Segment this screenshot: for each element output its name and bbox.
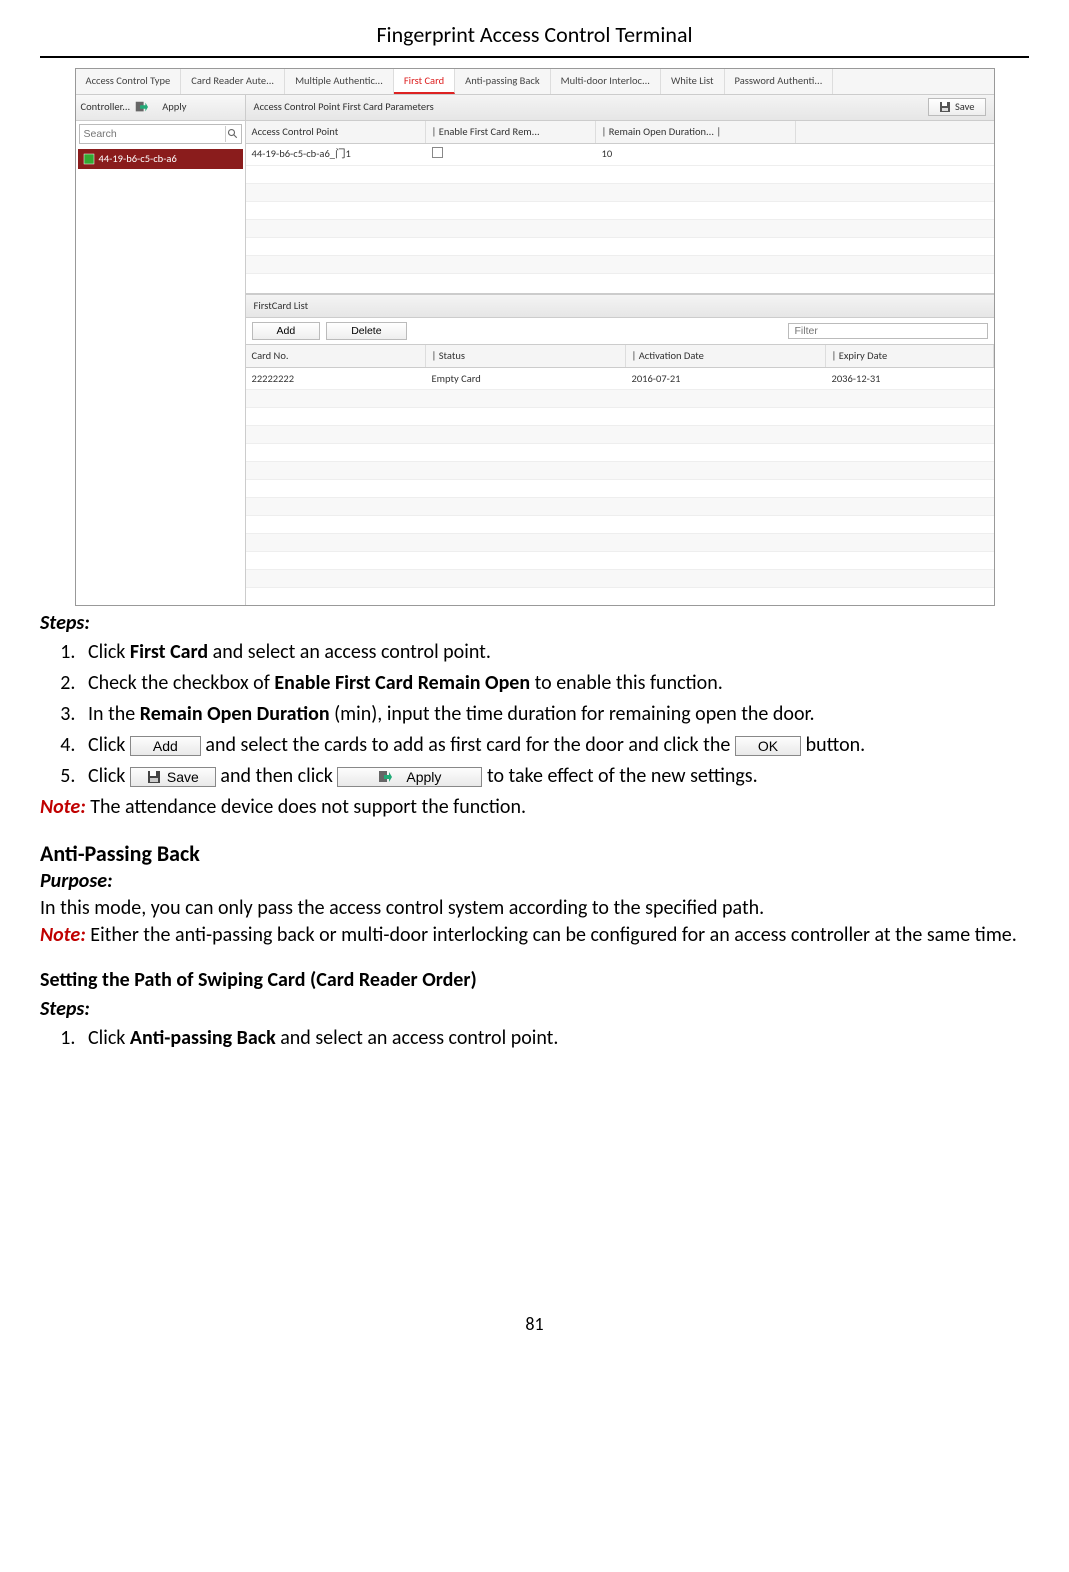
step-5: Click Save and then click Apply to take … <box>80 763 1029 790</box>
sub-heading-card-reader-order: Setting the Path of Swiping Card (Card R… <box>40 967 1029 994</box>
inline-add-button: Add <box>130 736 201 756</box>
steps-heading-2: Steps: <box>40 996 1029 1023</box>
inline-save-button: Save <box>130 767 216 787</box>
save-button[interactable]: Save <box>928 98 986 116</box>
cell-activation: 2016-07-21 <box>626 370 826 388</box>
inline-apply-button: Apply <box>337 767 482 787</box>
note-1: Note: The attendance device does not sup… <box>40 794 1029 821</box>
controller-label: Controller... <box>81 100 131 114</box>
section-anti-passing-back: Anti-Passing Back <box>40 839 1029 869</box>
col-status: | Status <box>426 345 626 367</box>
firstcard-list-header: Card No. | Status | Activation Date | Ex… <box>246 345 994 368</box>
cell-expiry: 2036-12-31 <box>826 370 994 388</box>
search-icon[interactable] <box>225 126 241 142</box>
search-input-container[interactable] <box>79 124 242 144</box>
col-enable-first-card: | Enable First Card Rem... <box>426 121 596 143</box>
cell-point: 44-19-b6-c5-cb-a6_门1 <box>246 145 426 163</box>
col-activation-date: | Activation Date <box>626 345 826 367</box>
col-access-control-point: Access Control Point <box>246 121 426 143</box>
save-button-label: Save <box>955 100 975 114</box>
search-input[interactable] <box>80 128 225 140</box>
steps-list-1: Click First Card and select an access co… <box>80 639 1029 790</box>
cell-card-no: 22222222 <box>246 370 426 388</box>
app-screenshot: Access Control Type Card Reader Aute... … <box>75 68 995 606</box>
params-panel-title: Access Control Point First Card Paramete… <box>254 100 434 114</box>
filter-input[interactable] <box>788 323 988 339</box>
delete-button[interactable]: Delete <box>326 322 406 340</box>
steps2-step-1: Click Anti-passing Back and select an ac… <box>80 1025 1029 1052</box>
firstcard-list-row[interactable]: 22222222 Empty Card 2016-07-21 2036-12-3… <box>246 368 994 390</box>
controller-tree-item-label: 44-19-b6-c5-cb-a6 <box>99 152 177 166</box>
step-2: Check the checkbox of Enable First Card … <box>80 670 1029 697</box>
tab-multiple-auth[interactable]: Multiple Authentic... <box>285 69 394 94</box>
purpose-text: In this mode, you can only pass the acce… <box>40 895 1029 922</box>
params-grid-row[interactable]: 44-19-b6-c5-cb-a6_门1 10 <box>246 144 994 166</box>
controller-sidebar: Controller... Apply 44-19-b6-c5-cb-a6 <box>76 95 246 605</box>
col-expiry-date: | Expiry Date <box>826 345 994 367</box>
firstcard-list-title: FirstCard List <box>246 294 994 318</box>
tab-anti-passing-back[interactable]: Anti-passing Back <box>455 69 551 94</box>
tab-white-list[interactable]: White List <box>661 69 725 94</box>
apply-icon[interactable] <box>134 100 148 114</box>
inline-ok-button: OK <box>735 736 801 756</box>
save-icon <box>939 101 951 113</box>
cell-duration[interactable]: 10 <box>596 145 796 163</box>
firstcard-list-toolbar: Add Delete <box>246 318 994 345</box>
step-4: Click Add and select the cards to add as… <box>80 732 1029 759</box>
step-3: In the Remain Open Duration (min), input… <box>80 701 1029 728</box>
tab-bar: Access Control Type Card Reader Aute... … <box>76 69 994 95</box>
cell-enable-checkbox[interactable] <box>426 145 596 164</box>
steps-heading: Steps: <box>40 610 1029 637</box>
apply-button-label[interactable]: Apply <box>162 100 186 114</box>
steps-list-2: Click Anti-passing Back and select an ac… <box>80 1025 1029 1052</box>
purpose-heading: Purpose: <box>40 868 1029 895</box>
controller-tree-item[interactable]: 44-19-b6-c5-cb-a6 <box>78 149 243 169</box>
step-1: Click First Card and select an access co… <box>80 639 1029 666</box>
tab-access-control-type[interactable]: Access Control Type <box>76 69 182 94</box>
apply-icon <box>378 770 392 784</box>
col-card-no: Card No. <box>246 345 426 367</box>
add-button[interactable]: Add <box>252 322 321 340</box>
tab-card-reader-auth[interactable]: Card Reader Aute... <box>181 69 285 94</box>
tab-first-card[interactable]: First Card <box>394 69 455 94</box>
col-remain-open-duration: | Remain Open Duration... | <box>596 121 796 143</box>
note-2: Note: Either the anti-passing back or mu… <box>40 922 1029 949</box>
cell-status: Empty Card <box>426 370 626 388</box>
params-grid-header: Access Control Point | Enable First Card… <box>246 121 994 144</box>
device-icon <box>83 153 95 165</box>
tab-multi-door-interlock[interactable]: Multi-door Interloc... <box>551 69 661 94</box>
page-title: Fingerprint Access Control Terminal <box>40 20 1029 58</box>
page-number: 81 <box>40 1312 1029 1336</box>
tab-password-auth[interactable]: Password Authenti... <box>725 69 834 94</box>
save-icon <box>147 770 161 784</box>
